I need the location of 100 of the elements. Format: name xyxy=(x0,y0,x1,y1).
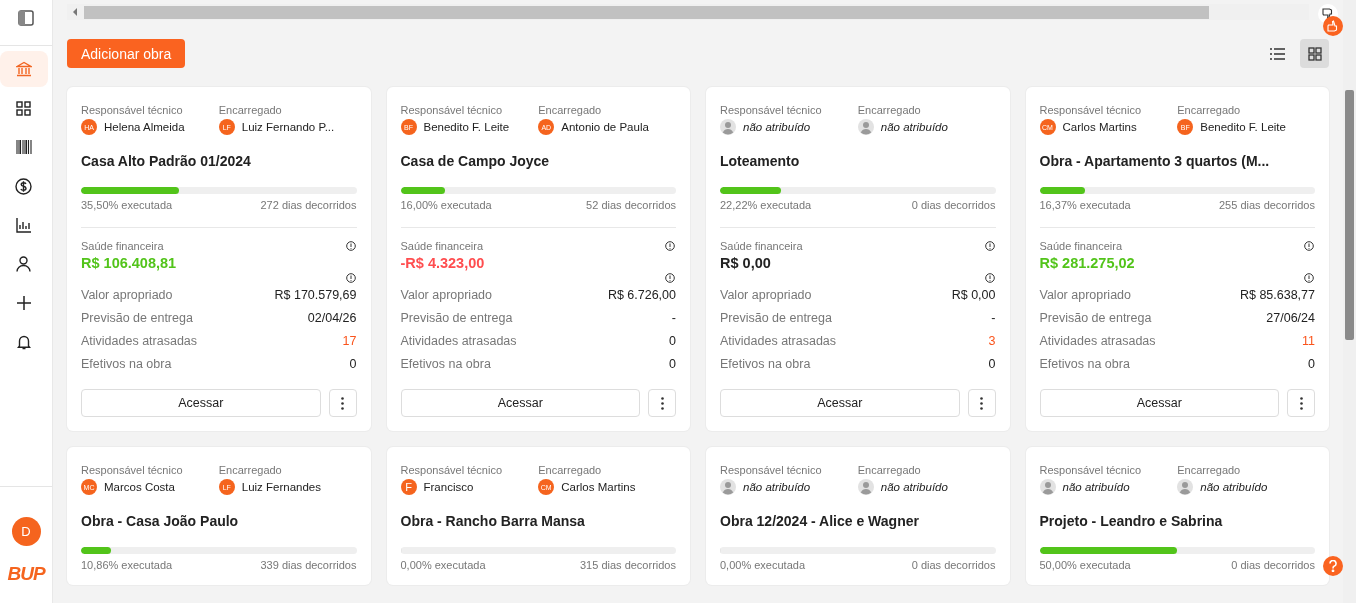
role-label: Encarregado xyxy=(538,104,603,116)
progress-text: 16,00% executada xyxy=(400,199,492,211)
person-name: Francisco xyxy=(423,481,474,493)
health-value: -R$ 4.323,00 xyxy=(400,255,486,271)
health-value: R$ 106.408,81 xyxy=(81,255,178,271)
health-value: R$ 0,00 xyxy=(720,255,772,271)
project-title: Obra - Casa João Paulo xyxy=(81,513,240,529)
info-icon[interactable] xyxy=(345,241,356,251)
field-label: Atividades atrasadas xyxy=(400,333,517,348)
sidebar-toggle-icon[interactable] xyxy=(18,10,34,26)
person-name: Carlos Martins xyxy=(561,481,636,493)
user-silhouette-icon xyxy=(1177,479,1194,495)
info-icon[interactable] xyxy=(984,241,995,251)
role-label: Responsável técnico xyxy=(400,464,503,476)
user-icon xyxy=(16,256,31,272)
project-title: Obra 12/2024 - Alice e Wagner xyxy=(720,513,920,529)
field-value: 0 xyxy=(669,333,676,348)
health-label: Saúde financeira xyxy=(81,240,164,252)
bell-icon xyxy=(16,334,31,350)
field-label: Previsão de entrega xyxy=(81,310,193,325)
project-title: Obra - Apartamento 3 quartos (M... xyxy=(1039,153,1271,169)
info-icon[interactable] xyxy=(665,241,675,251)
field-label: Atividades atrasadas xyxy=(720,333,837,348)
user-silhouette-icon xyxy=(720,479,736,495)
access-button[interactable]: Acessar xyxy=(1039,389,1279,417)
field-label: Previsão de entrega xyxy=(400,310,513,325)
access-button[interactable]: Acessar xyxy=(81,389,321,417)
person-name: não atribuído xyxy=(743,121,811,133)
field-value: 11 xyxy=(1302,333,1315,348)
elapsed-days: 339 dias decorridos xyxy=(260,559,357,571)
elapsed-days: 272 dias decorridos xyxy=(260,199,357,211)
like-button[interactable] xyxy=(1323,16,1343,36)
health-label: Saúde financeira xyxy=(1039,240,1123,252)
role-label: Encarregado xyxy=(1177,104,1242,116)
list-icon xyxy=(1270,47,1285,60)
field-value: 3 xyxy=(988,333,996,348)
info-icon[interactable] xyxy=(665,273,675,283)
progress-text: 0,00% executada xyxy=(400,559,486,571)
role-label: Responsável técnico xyxy=(400,104,503,116)
bar-chart-icon xyxy=(16,217,31,233)
help-button[interactable] xyxy=(1323,556,1343,576)
elapsed-days: 315 dias decorridos xyxy=(580,559,676,571)
project-title: Projeto - Leandro e Sabrina xyxy=(1039,513,1224,529)
progress-text: 22,22% executada xyxy=(720,199,812,211)
role-label: Responsável técnico xyxy=(81,464,184,476)
person-name: não atribuído xyxy=(880,481,948,493)
plus-icon xyxy=(16,296,31,310)
role-label: Responsável técnico xyxy=(81,104,184,116)
project-title: Casa Alto Padrão 01/2024 xyxy=(81,153,252,169)
health-label: Saúde financeira xyxy=(400,240,484,252)
field-label: Previsão de entrega xyxy=(720,310,832,325)
role-label: Encarregado xyxy=(1177,464,1242,476)
kebab-icon xyxy=(341,396,344,410)
grid-icon xyxy=(16,100,31,116)
avatar: F xyxy=(400,479,417,495)
progress-text: 16,37% executada xyxy=(1039,199,1131,211)
field-value: - xyxy=(671,310,676,325)
person-name: Luiz Fernando P... xyxy=(241,121,335,133)
field-value: R$ 0,00 xyxy=(951,287,996,302)
info-icon[interactable] xyxy=(1304,241,1314,251)
user-silhouette-icon xyxy=(857,479,874,495)
role-label: Encarregado xyxy=(218,464,283,476)
role-label: Encarregado xyxy=(218,104,283,116)
barcode-icon xyxy=(15,140,32,154)
field-label: Efetivos na obra xyxy=(1039,356,1130,371)
field-label: Valor apropriado xyxy=(400,287,492,302)
field-label: Valor apropriado xyxy=(81,287,173,302)
field-value: - xyxy=(991,310,996,325)
progress-text: 50,00% executada xyxy=(1039,559,1131,571)
person-name: Benedito F. Leite xyxy=(423,121,510,133)
info-icon[interactable] xyxy=(345,273,356,283)
user-silhouette-icon xyxy=(720,119,736,135)
role-label: Responsável técnico xyxy=(1039,104,1142,116)
field-value: 0 xyxy=(669,356,676,371)
person-name: não atribuído xyxy=(743,481,811,493)
progress-text: 10,86% executada xyxy=(81,559,173,571)
kebab-icon xyxy=(1299,396,1303,410)
elapsed-days: 0 dias decorridos xyxy=(911,199,996,211)
field-label: Atividades atrasadas xyxy=(81,333,198,348)
project-title: Obra - Rancho Barra Mansa xyxy=(400,513,586,529)
grid-icon xyxy=(1307,46,1322,61)
progress-text: 35,50% executada xyxy=(81,199,173,211)
grid-view-button[interactable] xyxy=(1300,39,1329,68)
field-value: 0 xyxy=(1308,356,1315,371)
thumbs-up-icon xyxy=(1327,20,1339,32)
field-value: 0 xyxy=(349,356,357,371)
role-label: Encarregado xyxy=(538,464,603,476)
person-name: não atribuído xyxy=(1200,481,1268,493)
health-label: Saúde financeira xyxy=(720,240,803,252)
field-label: Valor apropriado xyxy=(1039,287,1131,302)
field-value: R$ 6.726,00 xyxy=(607,287,676,302)
field-value: 17 xyxy=(342,333,357,348)
scroll-left-arrow-icon[interactable] xyxy=(72,8,78,16)
access-button[interactable]: Acessar xyxy=(400,389,640,417)
elapsed-days: 255 dias decorridos xyxy=(1219,199,1315,211)
info-icon[interactable] xyxy=(1304,273,1314,283)
info-icon[interactable] xyxy=(984,273,995,283)
project-title: Loteamento xyxy=(720,153,801,169)
access-button[interactable]: Acessar xyxy=(720,389,960,417)
role-label: Responsável técnico xyxy=(720,464,823,476)
